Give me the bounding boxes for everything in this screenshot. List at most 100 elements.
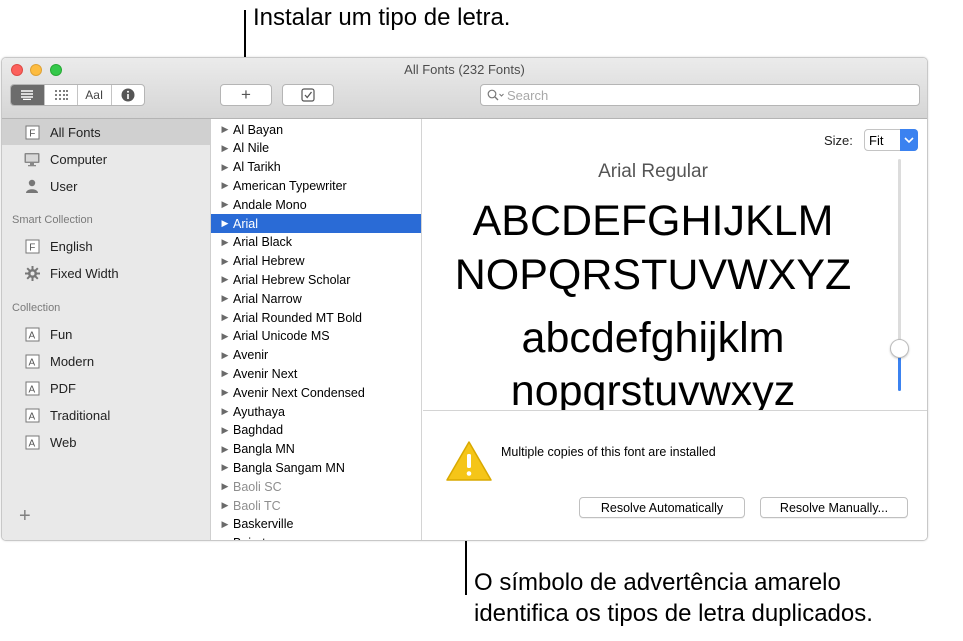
sidebar-item-all-fonts[interactable]: F All Fonts xyxy=(2,119,210,145)
preview-size-slider-knob[interactable] xyxy=(890,339,909,359)
disclosure-triangle-icon[interactable]: ▶ xyxy=(211,387,233,398)
size-popup[interactable]: Fit xyxy=(864,129,918,151)
font-book-window: All Fonts (232 Fonts) AaI + Search F All… xyxy=(1,57,928,541)
svg-text:F: F xyxy=(29,242,35,253)
gear-icon xyxy=(24,265,40,281)
disclosure-triangle-icon[interactable]: ▶ xyxy=(211,425,233,436)
sample-text-button[interactable]: AaI xyxy=(78,85,112,105)
font-family-row[interactable]: ▶ Baoli SC xyxy=(211,477,421,496)
sample-line-uppercase-1: ABCDEFGHIJKLM xyxy=(472,197,834,245)
disclosure-triangle-icon[interactable]: ▶ xyxy=(211,143,233,154)
sample-line-lowercase-2: nopqrstuvwxyz xyxy=(510,367,796,411)
grid-view-button[interactable] xyxy=(45,85,78,105)
collection-heading: Collection xyxy=(12,302,61,314)
font-family-row[interactable]: ▶ Al Tarikh xyxy=(211,158,421,177)
disclosure-triangle-icon[interactable]: ▶ xyxy=(211,444,233,455)
sample-text-icon: AaI xyxy=(85,88,104,102)
disclosure-triangle-icon[interactable]: ▶ xyxy=(211,331,233,342)
font-family-name: Al Nile xyxy=(233,141,270,156)
resolve-automatically-button[interactable]: Resolve Automatically xyxy=(579,497,745,518)
window-title: All Fonts (232 Fonts) xyxy=(404,62,525,77)
sidebar-item-traditional[interactable]: A Traditional xyxy=(2,402,210,428)
font-family-row[interactable]: ▶ Bangla Sangam MN xyxy=(211,458,421,477)
search-field[interactable] xyxy=(480,84,920,106)
disclosure-triangle-icon[interactable]: ▶ xyxy=(211,274,233,285)
font-family-row[interactable]: ▶Beirut xyxy=(211,534,421,540)
font-family-row[interactable]: ▶ Bangla MN xyxy=(211,440,421,459)
sample-line-uppercase-2: NOPQRSTUVWXYZ xyxy=(454,251,852,299)
font-family-row[interactable]: ▶ Arial Narrow xyxy=(211,289,421,308)
disclosure-triangle-icon[interactable]: ▶ xyxy=(211,538,233,540)
sidebar-item-fixed-width[interactable]: Fixed Width xyxy=(2,260,210,286)
sidebar-item-modern[interactable]: A Modern xyxy=(2,348,210,374)
disclosure-triangle-icon[interactable]: ▶ xyxy=(211,256,233,267)
disclosure-triangle-icon[interactable]: ▶ xyxy=(211,519,233,530)
title-bar: All Fonts (232 Fonts) AaI + xyxy=(2,58,927,119)
disclosure-triangle-icon[interactable]: ▶ xyxy=(211,124,233,135)
resolve-manually-button[interactable]: Resolve Manually... xyxy=(760,497,908,518)
disclosure-triangle-icon[interactable]: ▶ xyxy=(211,218,233,229)
font-family-row[interactable]: ▶ Arial Unicode MS xyxy=(211,327,421,346)
disclosure-triangle-icon[interactable]: ▶ xyxy=(211,199,233,210)
font-family-row[interactable]: ▶ Baskerville xyxy=(211,515,421,534)
font-family-row[interactable]: ▶ Al Nile xyxy=(211,139,421,158)
font-family-row[interactable]: ▶ American Typewriter xyxy=(211,176,421,195)
sidebar-item-fun[interactable]: A Fun xyxy=(2,321,210,347)
font-family-row[interactable]: ▶ Arial xyxy=(211,214,421,233)
disclosure-triangle-icon[interactable]: ▶ xyxy=(211,368,233,379)
font-family-row[interactable]: ▶ Arial Hebrew Scholar xyxy=(211,270,421,289)
disclosure-triangle-icon[interactable]: ▶ xyxy=(211,481,233,492)
sidebar-item-computer[interactable]: Computer xyxy=(2,146,210,172)
info-icon xyxy=(121,88,135,102)
svg-text:A: A xyxy=(28,438,35,449)
disclosure-triangle-icon[interactable]: ▶ xyxy=(211,500,233,511)
sidebar-item-label: Modern xyxy=(50,353,95,369)
font-family-name: Al Bayan xyxy=(233,122,284,137)
font-family-row[interactable]: ▶ Baoli TC xyxy=(211,496,421,515)
font-family-row[interactable]: ▶ Arial Rounded MT Bold xyxy=(211,308,421,327)
disclosure-triangle-icon[interactable]: ▶ xyxy=(211,237,233,248)
font-list: ▶ Al Bayan ▶ Al Nile ▶ Al Tarikh ▶ American Typ… xyxy=(211,119,422,540)
add-collection-button[interactable]: + xyxy=(19,505,31,528)
validate-font-button[interactable] xyxy=(282,84,334,106)
font-family-row[interactable]: ▶ Baghdad xyxy=(211,421,421,440)
disclosure-triangle-icon[interactable]: ▶ xyxy=(211,162,233,173)
font-family-name: Baskerville xyxy=(233,517,294,532)
font-family-row[interactable]: ▶ Avenir Next xyxy=(211,364,421,383)
font-family-name: Arial Hebrew Scholar xyxy=(233,272,351,287)
font-family-name: Ayuthaya xyxy=(233,404,285,419)
font-family-row[interactable]: ▶ Al Bayan xyxy=(211,120,421,139)
font-family-name: Bangla MN xyxy=(233,442,295,457)
disclosure-triangle-icon[interactable]: ▶ xyxy=(211,180,233,191)
sidebar-item-pdf[interactable]: A PDF xyxy=(2,375,210,401)
disclosure-triangle-icon[interactable]: ▶ xyxy=(211,350,233,361)
font-family-row[interactable]: ▶ Andale Mono xyxy=(211,195,421,214)
sidebar-item-web[interactable]: A Web xyxy=(2,429,210,455)
search-input[interactable] xyxy=(507,87,907,103)
disclosure-triangle-icon[interactable]: ▶ xyxy=(211,406,233,417)
svg-text:F: F xyxy=(29,128,35,139)
font-family-row[interactable]: ▶ Arial Black xyxy=(211,233,421,252)
font-family-row[interactable]: ▶ Arial Hebrew xyxy=(211,252,421,271)
callout-warning-line2: identifica os tipos de letra duplicados. xyxy=(474,600,873,627)
font-family-row[interactable]: ▶ Ayuthaya xyxy=(211,402,421,421)
info-button[interactable] xyxy=(112,85,145,105)
font-family-name: Bangla Sangam MN xyxy=(233,460,345,475)
add-font-button[interactable]: + xyxy=(220,84,272,106)
sidebar-item-user[interactable]: User xyxy=(2,173,210,199)
font-family-row[interactable]: ▶ Avenir xyxy=(211,346,421,365)
font-family-name: Al Tarikh xyxy=(233,160,281,175)
sidebar-item-label: English xyxy=(50,238,93,254)
duplicate-warning-pane: Multiple copies of this font are install… xyxy=(423,411,927,540)
disclosure-triangle-icon[interactable]: ▶ xyxy=(211,312,233,323)
font-family-row[interactable]: ▶ Avenir Next Condensed xyxy=(211,383,421,402)
collection-icon: A xyxy=(24,380,40,396)
font-family-name: Avenir Next Condensed xyxy=(233,385,365,400)
font-family-name: Arial Black xyxy=(233,235,293,250)
disclosure-triangle-icon[interactable]: ▶ xyxy=(211,462,233,473)
disclosure-triangle-icon[interactable]: ▶ xyxy=(211,293,233,304)
user-icon xyxy=(24,178,40,194)
sidebar-item-english[interactable]: F English xyxy=(2,233,210,259)
list-view-button[interactable] xyxy=(11,85,45,105)
duplicate-warning-message: Multiple copies of this font are install… xyxy=(501,445,716,459)
